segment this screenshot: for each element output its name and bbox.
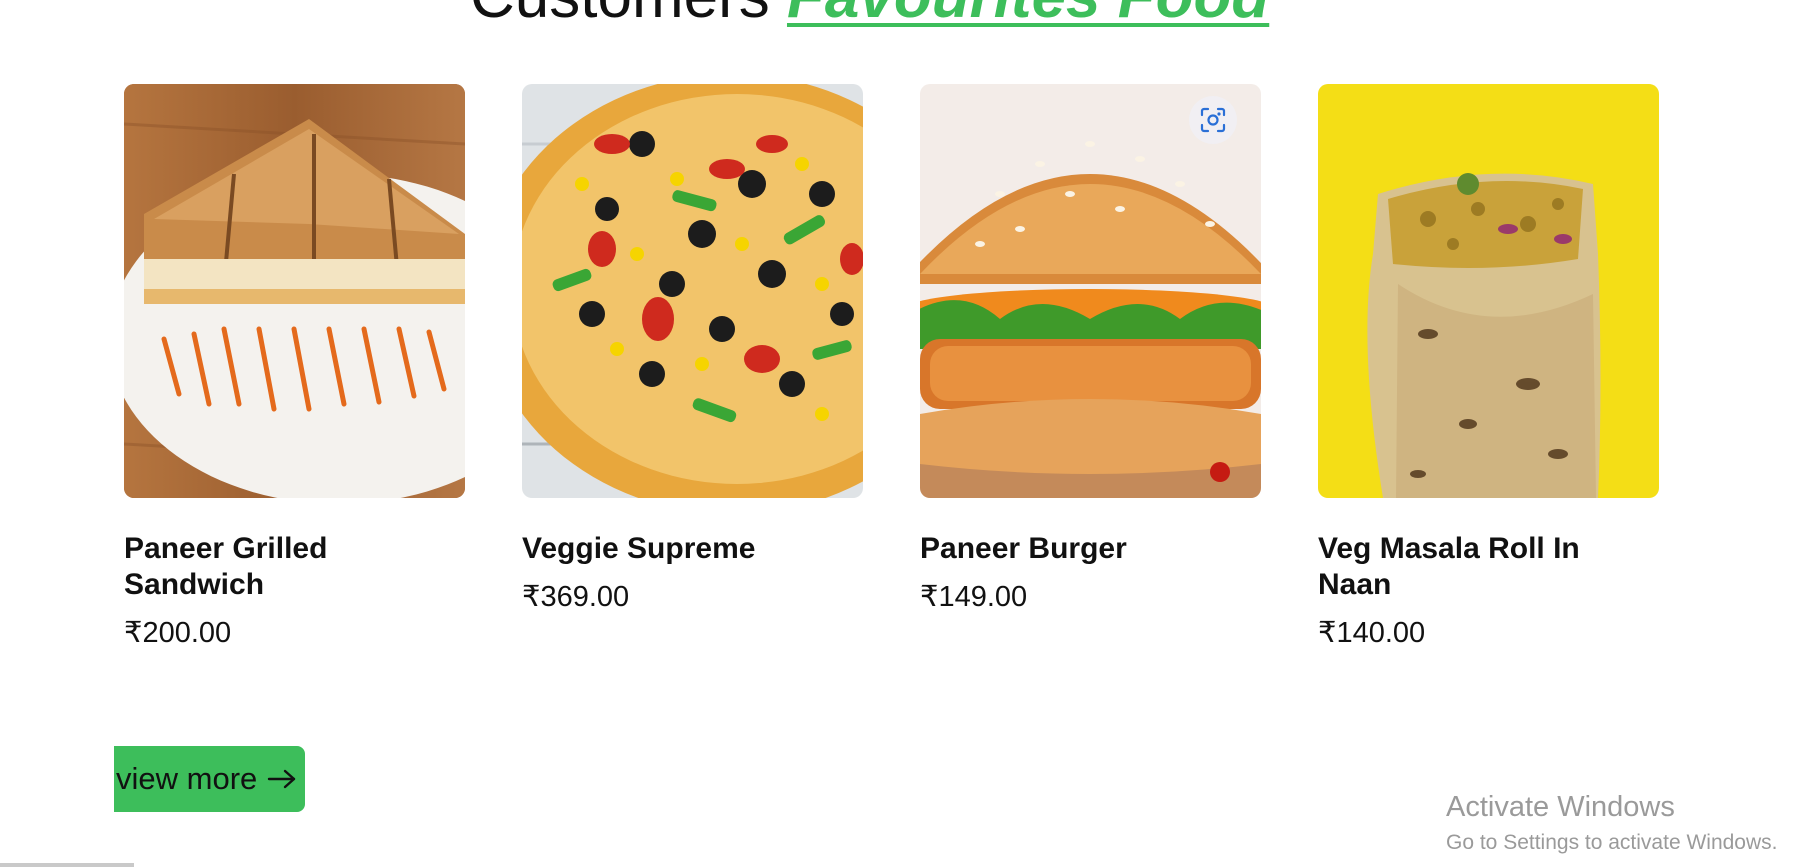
visual-search-button[interactable] [1189,96,1237,144]
product-price: ₹140.00 [1318,617,1426,649]
visual-search-lens-icon [1199,106,1227,134]
product-price: ₹200.00 [124,617,232,649]
product-name[interactable]: Veg Masala Roll In Naan [1318,531,1598,603]
product-card-pizza[interactable]: Veggie Supreme ₹369.00 [522,84,863,613]
product-image-burger[interactable] [920,84,1261,498]
product-image-sandwich[interactable] [124,84,465,498]
activate-windows-watermark: Activate Windows Go to Settings to activ… [1446,790,1778,858]
section-heading: Customers Favourites Food [470,0,1269,28]
product-price: ₹149.00 [920,581,1028,613]
view-more-button[interactable]: view more [114,746,305,812]
product-card-roll[interactable]: Veg Masala Roll In Naan ₹140.00 [1318,84,1659,649]
product-card-burger[interactable]: Paneer Burger ₹149.00 [920,84,1261,613]
heading-accent[interactable]: Favourites Food [787,0,1269,31]
product-name[interactable]: Veggie Supreme [522,531,802,567]
watermark-subtitle: Go to Settings to activate Windows. [1446,831,1778,854]
product-name[interactable]: Paneer Grilled Sandwich [124,531,404,603]
view-more-label: view more [116,761,258,796]
heading-prefix: Customers [470,0,770,31]
arrow-right-icon [267,768,297,790]
product-card-sandwich[interactable]: Paneer Grilled Sandwich ₹200.00 [124,84,465,649]
product-image-roll[interactable] [1318,84,1659,498]
product-name[interactable]: Paneer Burger [920,531,1200,567]
horizontal-scrollbar[interactable] [0,863,134,867]
watermark-title: Activate Windows [1446,791,1675,823]
product-price: ₹369.00 [522,581,630,613]
product-image-pizza[interactable] [522,84,863,498]
